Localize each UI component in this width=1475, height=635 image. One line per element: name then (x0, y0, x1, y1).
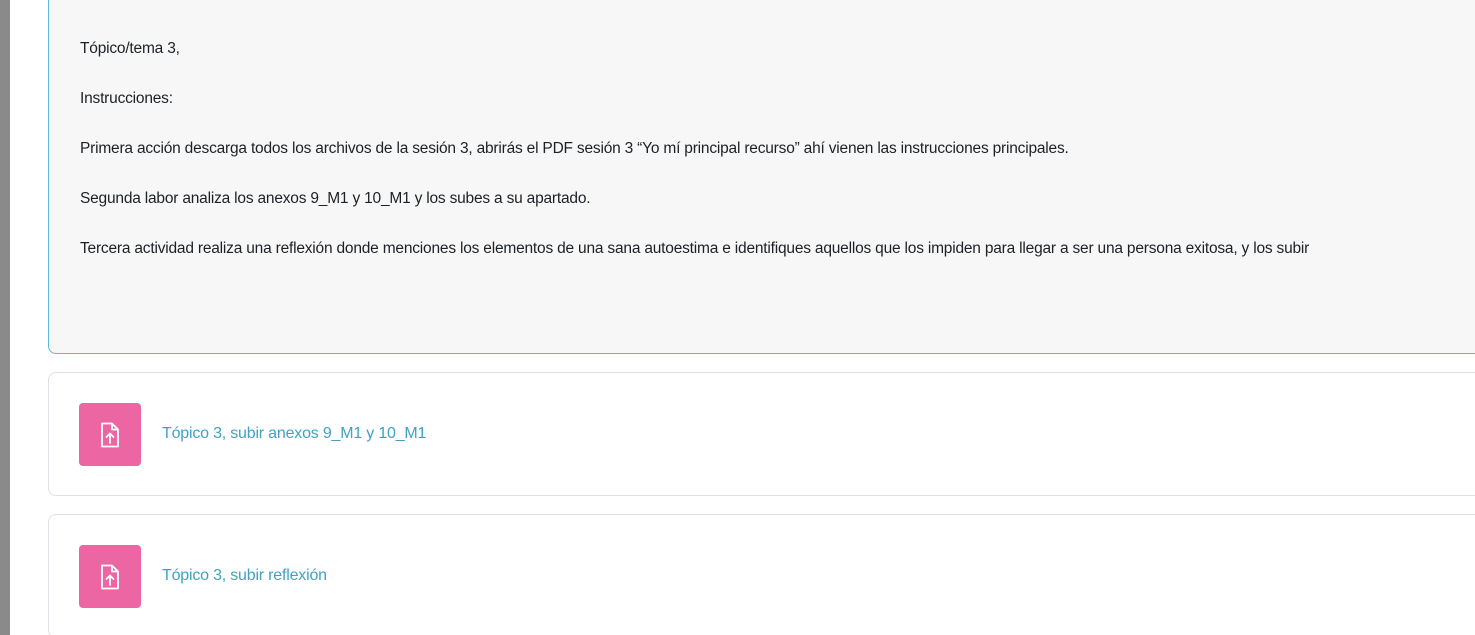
section-summary-text: Tópico/tema 3, Instrucciones: Primera ac… (80, 39, 1475, 289)
activity-link-reflexion[interactable]: Tópico 3, subir reflexión (162, 567, 327, 585)
activity-assignment-anexos[interactable]: Tópico 3, subir anexos 9_M1 y 10_M1 (48, 372, 1475, 496)
summary-paragraph-topic: Tópico/tema 3, (80, 40, 180, 57)
summary-paragraph-step-2: Segunda labor analiza los anexos 9_M1 y … (80, 190, 591, 207)
activity-assignment-reflexion[interactable]: Tópico 3, subir reflexión (48, 514, 1475, 635)
file-upload-icon (79, 403, 141, 466)
left-scroll-gutter (0, 0, 10, 635)
course-content: Tópico/tema 3, Instrucciones: Primera ac… (10, 0, 1475, 635)
summary-paragraph-step-3: Tercera actividad realiza una reflexión … (80, 240, 1310, 257)
summary-paragraph-step-1: Primera acción descarga todos los archiv… (80, 140, 1069, 157)
activity-link-anexos[interactable]: Tópico 3, subir anexos 9_M1 y 10_M1 (162, 425, 426, 443)
file-upload-icon (79, 545, 141, 608)
summary-paragraph-instructions-heading: Instrucciones: (80, 90, 173, 107)
section-summary-card: Tópico/tema 3, Instrucciones: Primera ac… (48, 0, 1475, 354)
